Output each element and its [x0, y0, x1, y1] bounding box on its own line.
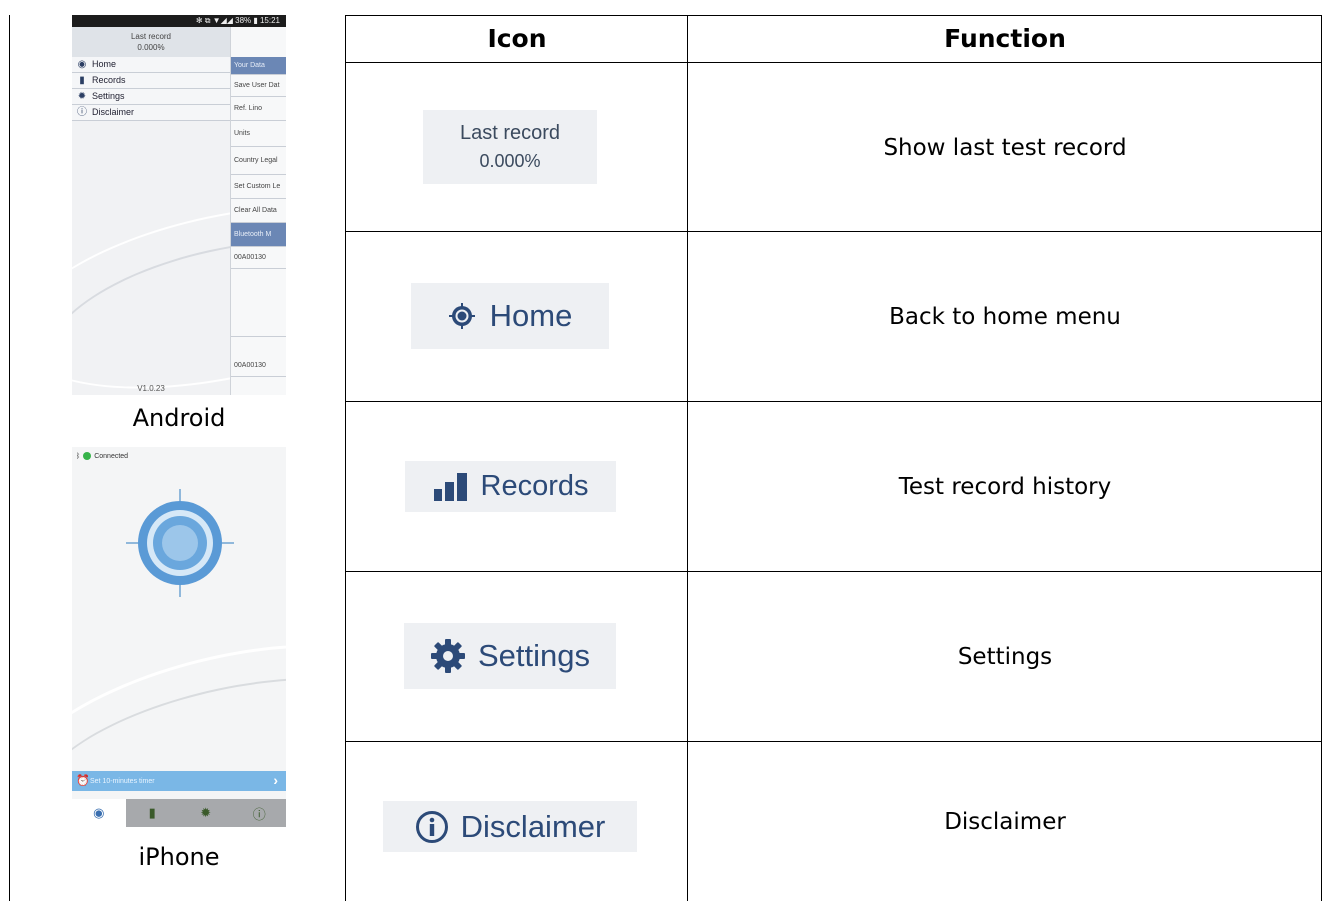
menu-item-label: Home [92, 59, 117, 69]
panel-item[interactable]: Bluetooth M [231, 223, 286, 247]
iphone-screenshot: ᛒ Connected ⏰ Set 10-minutes timer › ◉ ▮… [72, 447, 286, 827]
menu-item-home[interactable]: ◉ Home [72, 57, 230, 73]
tab-disclaimer[interactable]: ⓘ [233, 799, 287, 827]
side-menu: ◉ Home ▮ Records ✹ Settings ⓘ Disclaimer [72, 57, 230, 121]
header-icon: Icon [487, 24, 547, 53]
panel-item[interactable]: Set Custom Le [231, 175, 286, 199]
tab-home[interactable]: ◉ [72, 799, 126, 827]
table-border-left [9, 15, 10, 901]
info-icon: ⓘ [77, 107, 87, 118]
iphone-caption: iPhone [138, 843, 220, 871]
home-icon: ◉ [77, 59, 87, 70]
status-bar: ✻ ⧉ ▼◢◢ 38% ▮ 15:21 [72, 15, 286, 27]
menu-item-records[interactable]: ▮ Records [72, 73, 230, 89]
version-label: V1.0.23 [137, 384, 165, 393]
home-chip: Home [411, 283, 609, 349]
chip-label: Settings [477, 638, 590, 673]
android-caption: Android [132, 404, 226, 432]
menu-item-settings[interactable]: ✹ Settings [72, 89, 230, 105]
records-icon: ▮ [148, 805, 156, 820]
menu-item-disclaimer[interactable]: ⓘ Disclaimer [72, 105, 230, 121]
chip-line1: Last record [459, 122, 561, 144]
bluetooth-icon: ᛒ [76, 452, 81, 460]
menu-item-label: Disclaimer [92, 107, 135, 117]
function-text: Settings [957, 644, 1053, 670]
panel-item [231, 311, 286, 337]
panel-item[interactable]: Save User Dat [231, 75, 286, 97]
connection-status: ᛒ Connected [76, 452, 128, 460]
last-record-chip: Last record 0.000% [423, 110, 597, 184]
last-record-value: 0.000% [137, 43, 165, 52]
last-record-label: Last record [130, 32, 172, 41]
home-icon: ◉ [93, 805, 105, 820]
info-icon [415, 810, 448, 843]
panel-item[interactable]: Units [231, 121, 286, 147]
settings-icon: ✹ [77, 91, 87, 102]
android-screenshot: ✻ ⧉ ▼◢◢ 38% ▮ 15:21 Last record 0.000% ☰… [72, 15, 286, 395]
function-text: Back to home menu [889, 304, 1121, 330]
panel-item[interactable]: Ref. Lino [231, 97, 286, 121]
panel-item[interactable]: Country Legal [231, 147, 286, 175]
timer-label: Set 10-minutes timer [90, 777, 155, 785]
panel-item[interactable]: 00A00130 [231, 247, 286, 269]
last-record-header[interactable]: Last record 0.000% [72, 27, 230, 57]
chip-label: Records [480, 470, 589, 502]
menu-item-label: Records [92, 75, 126, 85]
function-text: Disclaimer [944, 808, 1066, 835]
info-icon: ⓘ [252, 806, 266, 822]
connected-icon [83, 452, 92, 460]
tab-settings[interactable]: ✹ [179, 799, 233, 827]
records-chip: Records [405, 461, 616, 512]
panel-item[interactable]: 00A00130 [231, 355, 286, 377]
settings-icon: ✹ [200, 805, 212, 820]
chip-line2: 0.000% [479, 151, 541, 171]
home-icon [448, 303, 475, 329]
panel-item[interactable]: Your Data [231, 57, 286, 75]
chevron-right-icon: › [273, 772, 278, 788]
function-text: Show last test record [883, 134, 1127, 161]
connection-label: Connected [94, 452, 129, 460]
timer-bar[interactable]: ⏰ Set 10-minutes timer › [72, 771, 286, 791]
settings-chip: Settings [404, 623, 616, 689]
menu-item-label: Settings [92, 91, 125, 101]
column-divider-1 [345, 15, 346, 901]
panel-item[interactable]: Clear All Data [231, 199, 286, 223]
records-icon [433, 472, 467, 501]
target-blow-button[interactable] [124, 487, 236, 599]
tab-records[interactable]: ▮ [126, 799, 180, 827]
header-function: Function [944, 24, 1066, 53]
disclaimer-chip: Disclaimer [383, 801, 637, 852]
tab-bar: ◉ ▮ ✹ ⓘ [72, 799, 286, 827]
settings-icon [430, 639, 465, 673]
records-icon: ▮ [79, 75, 85, 86]
chip-label: Disclaimer [460, 808, 606, 844]
chip-label: Home [489, 298, 573, 333]
function-text: Test record history [898, 474, 1112, 500]
alarm-icon: ⏰ [76, 775, 90, 787]
